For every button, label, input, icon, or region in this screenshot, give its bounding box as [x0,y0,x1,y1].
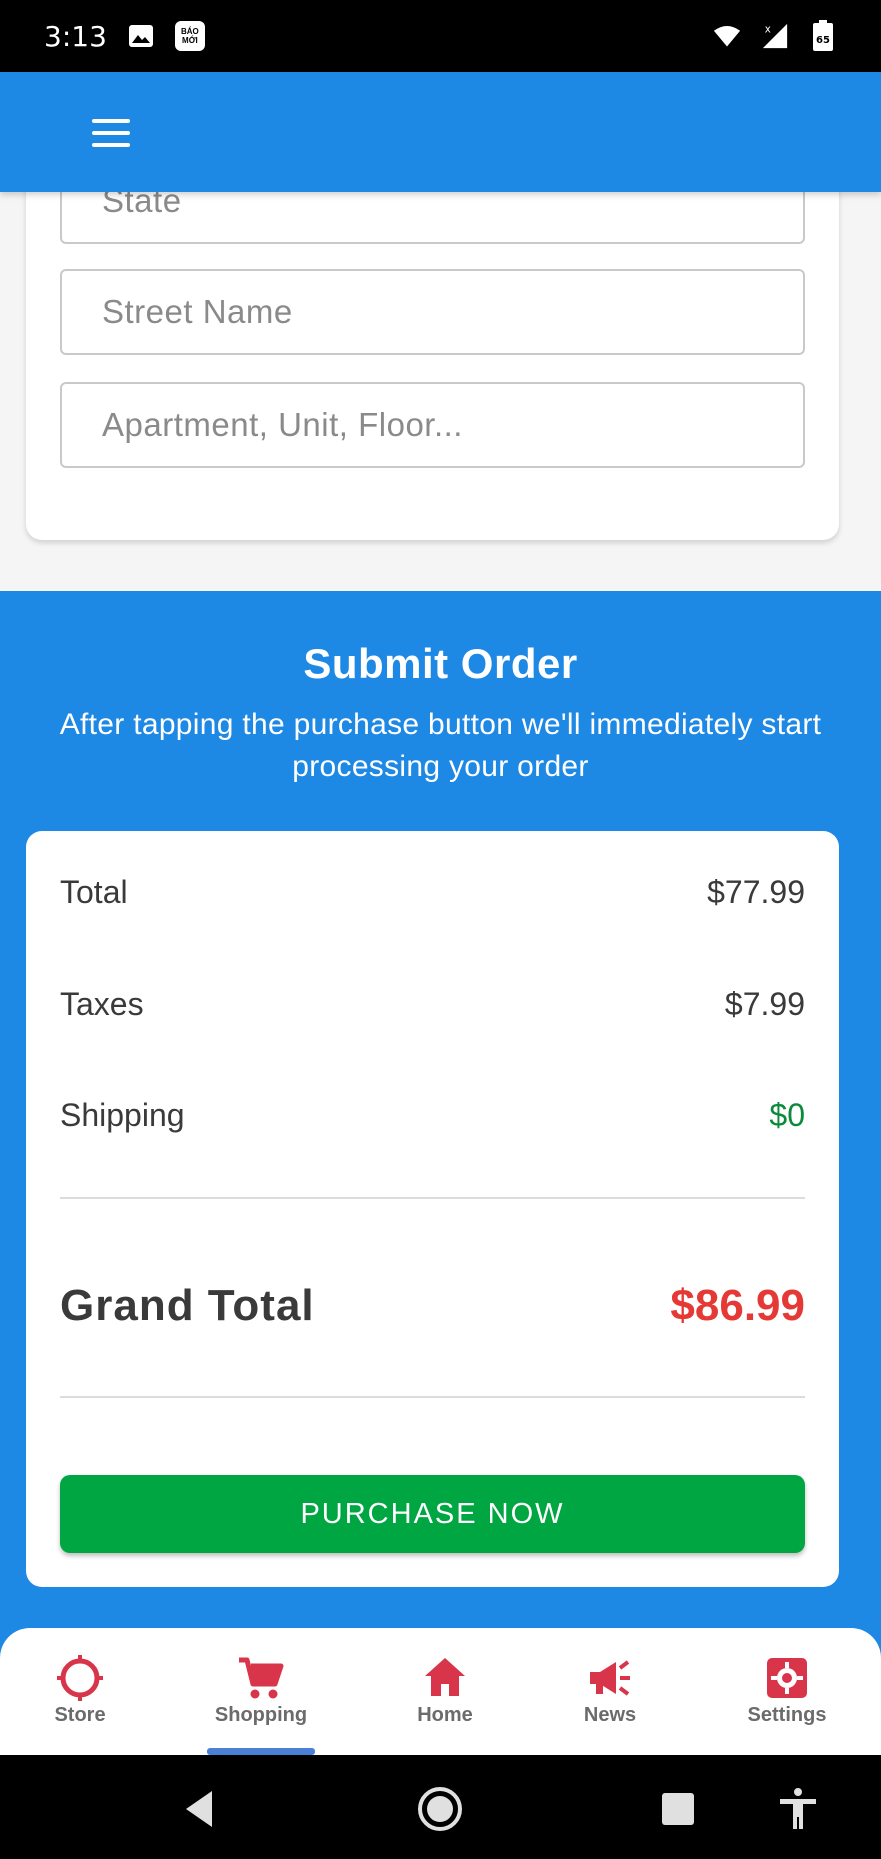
nav-label-store: Store [54,1704,106,1726]
nav-item-news[interactable]: News [540,1654,680,1734]
nav-item-home[interactable]: Home [375,1654,515,1734]
grand-total-label: Grand Total [60,1281,315,1330]
nav-item-shopping[interactable]: Shopping [191,1654,331,1734]
accessibility-icon[interactable] [774,1785,822,1833]
cell-signal-icon: x [761,22,789,50]
recents-icon[interactable] [654,1785,702,1833]
app-screen: 3:13 BÁO MỚI x 65 State Street Name Apar… [0,0,881,1859]
nav-label-shopping: Shopping [214,1704,308,1726]
taxes-label: Taxes [60,985,144,1022]
street-name-placeholder: Street Name [102,293,293,330]
total-label: Total [60,873,128,910]
home-circle-icon[interactable] [416,1785,464,1833]
shipping-row: Shipping $0 [60,1090,805,1140]
status-time: 3:13 [44,19,107,53]
baomoi-notification-icon: BÁO MỚI [174,21,205,51]
system-navigation-bar [0,1755,881,1859]
battery-level: 65 [816,35,830,46]
nav-label-settings: Settings [747,1704,827,1726]
gear-icon [767,1658,807,1698]
address-card: State Street Name Apartment, Unit, Floor… [26,158,839,540]
total-row: Total $77.99 [60,867,805,917]
apartment-field[interactable]: Apartment, Unit, Floor... [60,382,805,468]
total-value: $77.99 [707,873,805,910]
nav-label-news: News [583,1704,637,1726]
svg-text:x: x [765,23,771,35]
bottom-navigation: Store Shopping Home News Settings [0,1628,881,1755]
address-section: State Street Name Apartment, Unit, Floor… [0,158,881,591]
street-name-field[interactable]: Street Name [60,269,805,355]
nav-item-store[interactable]: Store [10,1654,150,1734]
cart-icon [239,1657,284,1699]
home-icon [425,1658,465,1696]
wifi-icon [713,22,741,50]
grand-total-value: $86.99 [670,1281,805,1330]
battery-icon: 65 [809,20,837,51]
grand-total-divider [60,1396,805,1398]
order-summary-card: Total $77.99 Taxes $7.99 Shipping $0 Gra… [26,831,839,1587]
submit-order-title: Submit Order [303,640,578,687]
submit-order-description: After tapping the purchase button we'll … [59,708,822,783]
hamburger-menu-icon[interactable] [80,108,142,158]
active-tab-indicator [207,1748,315,1755]
crosshair-icon [57,1655,103,1701]
summary-divider [60,1197,805,1199]
back-icon[interactable] [176,1785,224,1833]
shipping-label: Shipping [60,1096,185,1133]
megaphone-icon [590,1660,630,1696]
app-bar [0,72,881,192]
apartment-placeholder: Apartment, Unit, Floor... [102,406,463,443]
nav-label-home: Home [417,1704,473,1726]
taxes-row: Taxes $7.99 [60,979,805,1029]
grand-total-row: Grand Total $86.99 [60,1271,805,1341]
purchase-now-button[interactable]: PURCHASE NOW [60,1475,805,1553]
shipping-value: $0 [769,1096,805,1133]
submit-order-header: Submit Order After tapping the purchase … [0,640,881,788]
image-notification-icon [127,22,155,50]
status-bar: 3:13 BÁO MỚI x 65 [0,0,881,72]
taxes-value: $7.99 [724,985,805,1022]
nav-item-settings[interactable]: Settings [717,1654,857,1734]
